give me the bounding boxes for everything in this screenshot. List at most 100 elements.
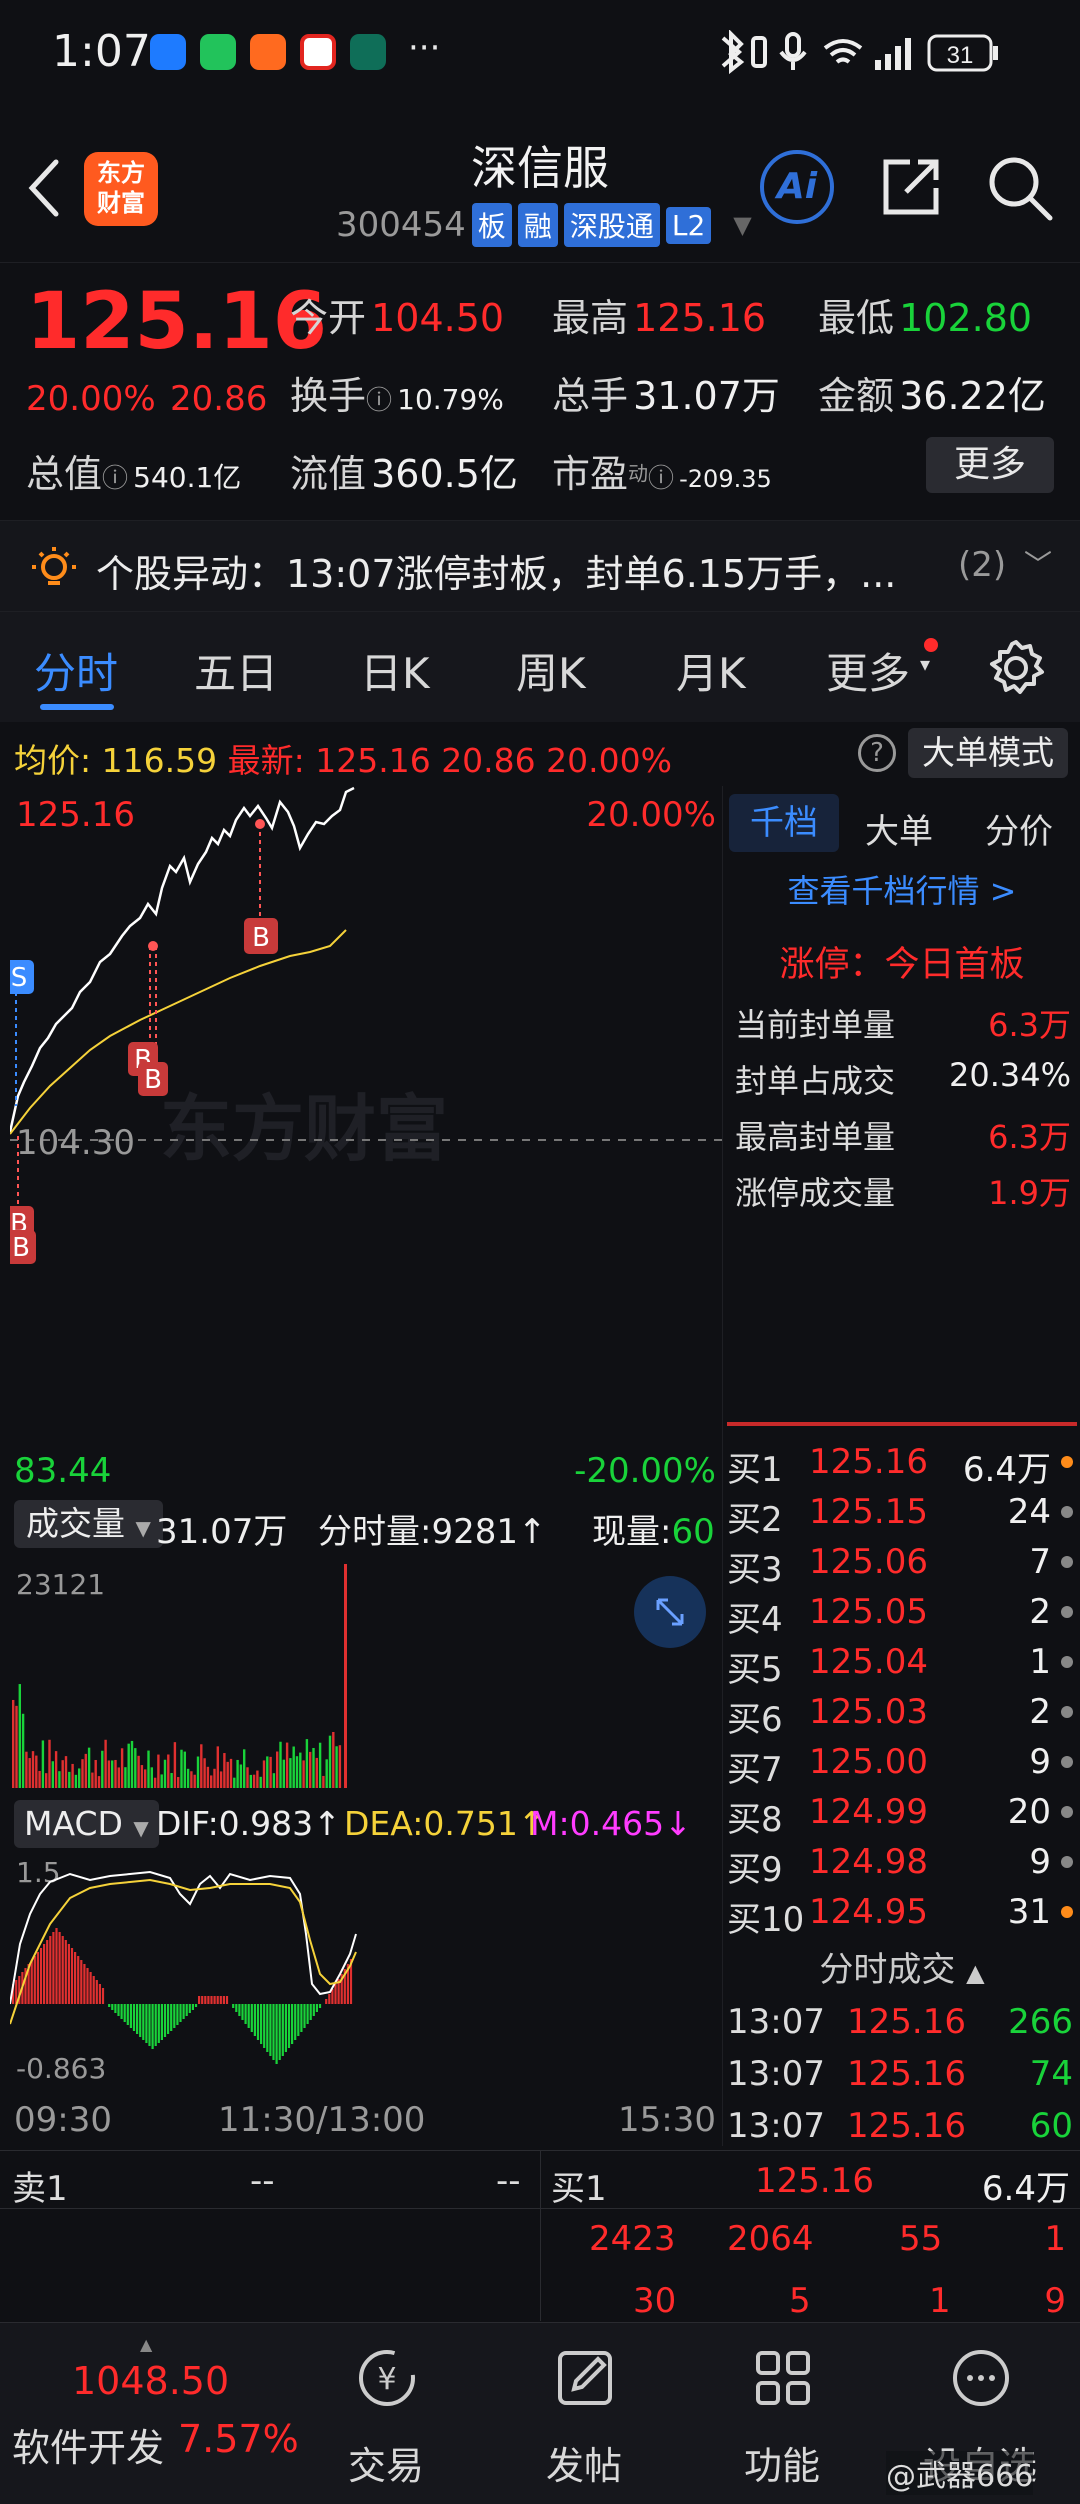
dropdown-icon[interactable]: ▼: [733, 211, 751, 239]
sell-marker[interactable]: S: [10, 960, 34, 994]
volume-bar: [25, 1751, 28, 1788]
chart-tabs: 分时 五日 日K 周K 月K 更多 ▾: [0, 612, 1080, 722]
macd-bar: [176, 2004, 179, 2025]
big-order-mode-button[interactable]: 大单模式: [908, 728, 1068, 778]
mic-icon: [785, 32, 801, 58]
volume-bar: [87, 1747, 91, 1788]
grid-icon: [756, 2351, 810, 2405]
bid-row[interactable]: 买3 125.06 7: [723, 1536, 1080, 1590]
turnover-field: 换手ⓘ 10.79%: [290, 374, 504, 418]
svg-text:B: B: [144, 1065, 162, 1095]
volume-bar: [150, 1767, 153, 1788]
edit-icon: [558, 2351, 612, 2405]
macd-bar: [328, 1994, 331, 2004]
macd-bar: [275, 2004, 278, 2064]
bid-row[interactable]: 买6 125.03 2: [723, 1686, 1080, 1740]
volume-bar: [312, 1747, 315, 1788]
alert-count: (2): [958, 545, 1007, 585]
tag-level2: L2: [665, 206, 712, 244]
macd-bar: [210, 1996, 213, 2004]
sector-index[interactable]: ▲ 1048.50 软件开发 7.57%: [0, 2323, 300, 2504]
macd-bar: [148, 2004, 151, 2046]
intraday-summary: 均价: 116.59 最新: 125.16 20.86 20.00%: [14, 741, 673, 780]
limit-up-title: 涨停：今日首板: [779, 945, 1025, 985]
quote-panel: 125.16 20.00% 20.86 今开 104.50 最高 125.16 …: [0, 262, 1080, 512]
macd-chart[interactable]: 1.5 -0.863: [10, 1854, 722, 2086]
macd-bar: [151, 2004, 154, 2049]
volume-bar: [203, 1758, 206, 1788]
volume-bar: [302, 1760, 305, 1788]
volume-header: 成交量 ▼ 31.07万 分时量:9281↑ 现量:60: [0, 1496, 722, 1554]
limit-up-stats: 当前封单量 6.3万 封单占成交 20.34% 最高封单量 6.3万 涨停成交量…: [723, 992, 1080, 1216]
intraday-chart[interactable]: 东方财富 125.16 20.00% 104.30 83.44 -20.00% …: [10, 786, 722, 1490]
volume-bar: [51, 1761, 54, 1788]
queue-row: 2423 2064 55 1: [589, 2219, 1066, 2259]
macd-bar: [154, 2004, 157, 2046]
macd-bar: [145, 2004, 148, 2043]
volume-bar: [276, 1751, 279, 1788]
volume-chart[interactable]: 23121: [10, 1560, 722, 1792]
bid-row[interactable]: 买9 124.98 9: [723, 1836, 1080, 1890]
time-sales-header[interactable]: 分时成交 ▲: [723, 1942, 1080, 1991]
tab-daily-k[interactable]: 日K: [360, 640, 430, 701]
nav-post[interactable]: 发帖: [494, 2323, 674, 2504]
bid-row[interactable]: 买1 125.16 6.4万: [723, 1436, 1080, 1490]
search-icon[interactable]: [984, 152, 1056, 224]
volume-bar: [259, 1776, 262, 1788]
tab-weekly-k[interactable]: 周K: [516, 640, 586, 701]
ai-button[interactable]: Ai: [760, 150, 834, 224]
bid-row[interactable]: 买8 124.99 20: [723, 1786, 1080, 1840]
volume-bar: [223, 1753, 226, 1788]
bid-row[interactable]: 买2 125.15 24: [723, 1486, 1080, 1540]
tab-price-distribution[interactable]: 分价: [985, 804, 1053, 853]
tab-intraday[interactable]: 分时: [34, 640, 118, 701]
stock-alert[interactable]: 个股异动：13:07涨停封板，封单6.15万手，... (2) ﹀: [0, 520, 1080, 612]
volume-bar: [45, 1773, 48, 1788]
more-button[interactable]: 更多: [926, 437, 1054, 493]
buy-marker[interactable]: B: [10, 1230, 36, 1264]
volume-bar: [74, 1774, 78, 1788]
macd-bar: [250, 2004, 253, 2032]
macd-bar: [300, 2004, 303, 2032]
volume-bar: [134, 1748, 137, 1788]
time-open: 09:30: [14, 2100, 112, 2140]
tab-big-order[interactable]: 大单: [865, 804, 933, 853]
volume-bar: [97, 1776, 101, 1788]
nav-trade[interactable]: ¥ 交易: [296, 2323, 476, 2504]
macd-bar: [132, 2004, 136, 2031]
tab-five-day[interactable]: 五日: [194, 640, 278, 701]
float-field: 流值 360.5亿: [290, 452, 518, 496]
nav-functions[interactable]: 功能: [692, 2323, 872, 2504]
bid-row[interactable]: 买5 125.04 1: [723, 1636, 1080, 1690]
gear-icon[interactable]: [984, 636, 1048, 700]
tab-more[interactable]: 更多: [826, 640, 910, 701]
buy-marker[interactable]: B: [138, 1062, 168, 1096]
tag-margin: 融: [517, 203, 558, 247]
share-icon[interactable]: [876, 152, 946, 222]
svg-text:S: S: [11, 963, 28, 993]
signal-icon: [875, 38, 911, 70]
volume-bar: [84, 1753, 87, 1788]
sell-row: 卖1 -- --: [0, 2151, 540, 2209]
tab-monthly-k[interactable]: 月K: [676, 640, 746, 701]
volume-bar: [64, 1756, 68, 1788]
macd-bar: [64, 1940, 67, 2004]
volume-bar: [206, 1766, 210, 1788]
volume-bar: [94, 1759, 97, 1788]
volume-selector[interactable]: 成交量 ▼: [14, 1500, 163, 1548]
bid-row[interactable]: 买7 125.00 9: [723, 1736, 1080, 1790]
tab-thousand-level[interactable]: 千档: [729, 794, 839, 852]
macd-bar: [92, 1976, 95, 2004]
indicator-selector[interactable]: MACD ▼: [14, 1800, 159, 1848]
help-icon[interactable]: ?: [858, 734, 896, 772]
pe-field: 市盈动ⓘ -209.35: [552, 452, 772, 496]
chart-header: 均价: 116.59 最新: 125.16 20.86 20.00% ? 大单模…: [0, 722, 1080, 784]
volume-bar: [104, 1739, 107, 1788]
bid-row[interactable]: 买10 124.95 31: [723, 1886, 1080, 1940]
buy-marker[interactable]: B: [244, 918, 278, 954]
view-thousand-level-link[interactable]: 查看千档行情 >: [723, 866, 1080, 912]
volume-bar: [157, 1754, 160, 1788]
volume-bar: [170, 1772, 173, 1788]
bid-row[interactable]: 买4 125.05 2: [723, 1586, 1080, 1640]
macd-bar: [95, 1980, 98, 2004]
